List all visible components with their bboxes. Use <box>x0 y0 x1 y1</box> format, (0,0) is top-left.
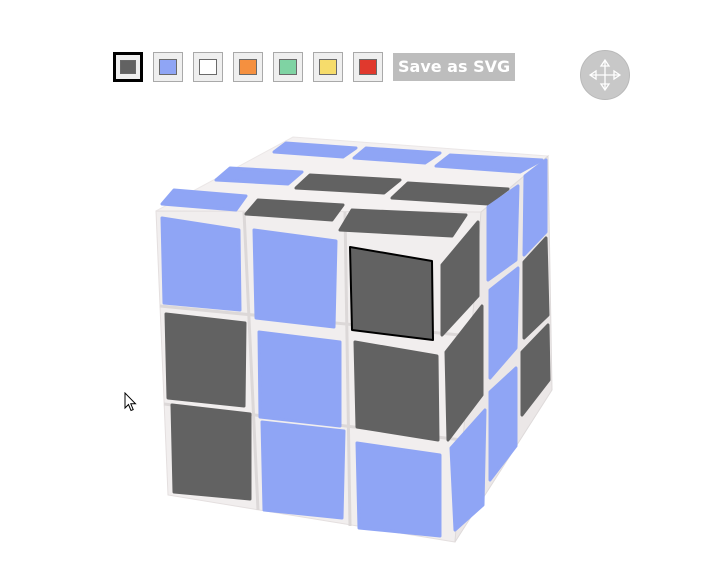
rubiks-cube[interactable] <box>0 0 717 581</box>
sticker-front-row3-col3[interactable] <box>355 441 442 538</box>
sticker-front-row2-col2[interactable] <box>257 330 342 428</box>
sticker-top-row2-col2[interactable] <box>294 173 402 195</box>
sticker-front-row1-col3[interactable] <box>349 246 434 341</box>
sticker-front-row1-col1[interactable] <box>160 216 242 312</box>
sticker-top-row2-col1[interactable] <box>214 166 304 186</box>
sticker-front-row3-col2[interactable] <box>260 420 346 520</box>
sticker-top-row3-col3[interactable] <box>338 208 468 238</box>
sticker-front-row2-col3[interactable] <box>353 340 440 442</box>
mouse-pointer-icon <box>124 392 137 412</box>
sticker-front-row1-col2[interactable] <box>252 228 338 329</box>
sticker-front-row2-col1[interactable] <box>164 312 247 408</box>
sticker-front-row3-col1[interactable] <box>170 403 252 501</box>
